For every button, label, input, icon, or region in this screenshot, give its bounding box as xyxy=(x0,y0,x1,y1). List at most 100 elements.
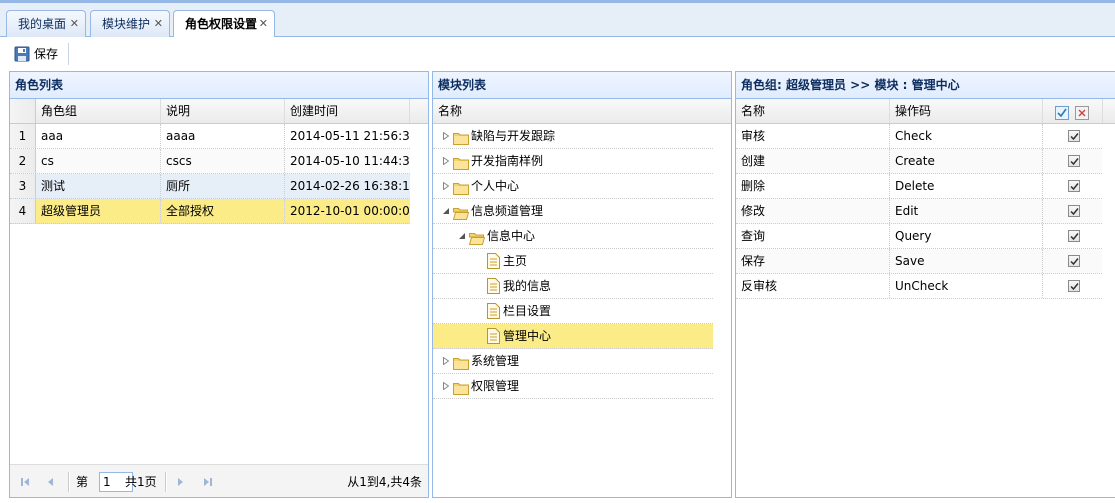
description-cell: 全部授权 xyxy=(160,199,284,223)
table-row[interactable]: 修改 Edit xyxy=(736,199,1102,224)
operation-code-cell: Save xyxy=(889,249,1042,273)
close-icon[interactable]: ✕ xyxy=(154,11,163,37)
permission-rows: 审核 Check 创建 Create 删除 Delete 修改 Edit 查询 Query 保存 Sa… xyxy=(736,124,1115,299)
permission-name-cell: 修改 xyxy=(741,204,766,218)
tree-node-label: 我的信息 xyxy=(503,279,552,293)
permission-grid-header: 名称 操作码 xyxy=(736,99,1115,124)
tree-node[interactable]: 个人中心 xyxy=(433,174,713,199)
permission-checkbox[interactable] xyxy=(1068,280,1080,292)
column-header-operation-code[interactable]: 操作码 xyxy=(889,99,1042,123)
file-icon xyxy=(487,253,500,269)
expand-arrow-icon[interactable] xyxy=(441,349,451,373)
column-header-check xyxy=(1042,99,1102,123)
expand-arrow-icon[interactable] xyxy=(441,124,451,148)
table-row-selected[interactable]: 4 超级管理员 全部授权 2012-10-01 00:00:00 xyxy=(10,199,410,224)
column-header-name[interactable]: 名称 xyxy=(736,99,889,123)
column-header-role-group[interactable]: 角色组 xyxy=(36,99,160,123)
prev-page-icon[interactable] xyxy=(43,474,59,490)
permission-checkbox[interactable] xyxy=(1068,205,1080,217)
tab-label: 模块维护 xyxy=(102,17,151,31)
column-header-created-time[interactable]: 创建时间 xyxy=(284,99,409,123)
table-row[interactable]: 2 cs cscs 2014-05-10 11:44:31 xyxy=(10,149,410,174)
table-row[interactable]: 1 aaa aaaa 2014-05-11 21:56:31 xyxy=(10,124,410,149)
table-row[interactable]: 3 测试 厕所 2014-02-26 16:38:11 xyxy=(10,174,410,199)
role-group-cell: 超级管理员 xyxy=(41,204,102,218)
table-row[interactable]: 查询 Query xyxy=(736,224,1102,249)
permission-panel: 角色组: 超级管理员 >> 模块 : 管理中心 名称 操作码 审核 Check 创建… xyxy=(735,71,1115,498)
permission-checkbox[interactable] xyxy=(1068,255,1080,267)
tree-node[interactable]: 主页 xyxy=(433,249,713,274)
column-header-description[interactable]: 说明 xyxy=(160,99,284,123)
tree-node[interactable]: 信息频道管理 xyxy=(433,199,713,224)
first-page-icon[interactable] xyxy=(17,474,33,490)
pager-separator xyxy=(165,472,167,492)
tree-node[interactable]: 系统管理 xyxy=(433,349,713,374)
file-icon xyxy=(487,303,500,319)
page-prefix: 第 xyxy=(76,475,89,489)
save-icon xyxy=(14,46,30,62)
tree-node-label: 管理中心 xyxy=(503,329,552,343)
table-row[interactable]: 创建 Create xyxy=(736,149,1102,174)
tab-role-permission[interactable]: 角色权限设置 ✕ xyxy=(173,10,275,38)
checkbox-cell xyxy=(1042,224,1102,248)
row-number: 2 xyxy=(10,149,36,173)
module-tree: 缺陷与开发跟踪 开发指南样例个人中心 信息频道管理信息中心主页我的信息栏目设置管理中… xyxy=(433,124,731,399)
table-row[interactable]: 审核 Check xyxy=(736,124,1102,149)
tree-node-selected[interactable]: 管理中心 xyxy=(433,324,713,349)
column-header-name[interactable]: 名称 xyxy=(433,99,713,123)
tree-node-label: 开发指南样例 xyxy=(471,154,544,168)
file-icon xyxy=(487,328,500,344)
operation-code-cell: Query xyxy=(889,224,1042,248)
row-number: 4 xyxy=(10,199,36,223)
operation-code-cell: UnCheck xyxy=(889,274,1042,298)
folder-open-icon xyxy=(468,229,486,245)
role-group-cell: aaa xyxy=(41,129,64,143)
role-group-cell: cs xyxy=(41,154,54,168)
permission-checkbox[interactable] xyxy=(1068,155,1080,167)
tree-node-label: 栏目设置 xyxy=(503,304,552,318)
close-icon[interactable]: ✕ xyxy=(70,11,79,37)
last-page-icon[interactable] xyxy=(200,474,216,490)
folder-icon xyxy=(453,354,469,370)
operation-code-cell: Create xyxy=(889,149,1042,173)
folder-icon xyxy=(453,154,469,170)
permission-checkbox[interactable] xyxy=(1068,130,1080,142)
tab-label: 我的桌面 xyxy=(18,17,67,31)
tab-my-desktop[interactable]: 我的桌面 ✕ xyxy=(6,10,86,37)
table-row[interactable]: 删除 Delete xyxy=(736,174,1102,199)
collapse-arrow-icon[interactable] xyxy=(441,199,451,223)
row-number: 3 xyxy=(10,174,36,198)
file-icon xyxy=(487,278,500,294)
tree-node[interactable]: 栏目设置 xyxy=(433,299,713,324)
tree-node[interactable]: 开发指南样例 xyxy=(433,149,713,174)
permission-checkbox[interactable] xyxy=(1068,230,1080,242)
tree-node[interactable]: 信息中心 xyxy=(433,224,713,249)
expand-arrow-icon[interactable] xyxy=(441,174,451,198)
panel-title: 模块列表 xyxy=(433,72,731,99)
permission-checkbox[interactable] xyxy=(1068,180,1080,192)
table-row[interactable]: 保存 Save xyxy=(736,249,1102,274)
collapse-arrow-icon[interactable] xyxy=(457,224,467,248)
tab-module-maintenance[interactable]: 模块维护 ✕ xyxy=(90,10,170,37)
tree-node[interactable]: 缺陷与开发跟踪 xyxy=(433,124,713,149)
tree-node-label: 系统管理 xyxy=(471,354,520,368)
uncheck-all-icon[interactable] xyxy=(1075,104,1089,123)
next-page-icon[interactable] xyxy=(172,474,188,490)
operation-code-cell: Check xyxy=(889,124,1042,148)
tree-node-label: 缺陷与开发跟踪 xyxy=(471,129,556,143)
tree-node[interactable]: 我的信息 xyxy=(433,274,713,299)
table-row[interactable]: 反审核 UnCheck xyxy=(736,274,1102,299)
tab-label: 角色权限设置 xyxy=(185,17,258,31)
folder-icon xyxy=(453,129,469,145)
close-icon[interactable]: ✕ xyxy=(259,11,268,37)
expand-arrow-icon[interactable] xyxy=(441,374,451,398)
permission-name-cell: 查询 xyxy=(741,229,766,243)
module-list-panel: 模块列表 名称 缺陷与开发跟踪 开发指南样例个人中心 信息频道管理信息中心主页我的信… xyxy=(432,71,732,498)
pagination-bar: 第 共1页 从1到4,共4条 xyxy=(10,464,428,497)
check-all-icon[interactable] xyxy=(1055,104,1069,123)
tree-node[interactable]: 权限管理 xyxy=(433,374,713,399)
save-button[interactable]: 保存 xyxy=(8,42,66,66)
page-summary: 从1到4,共4条 xyxy=(347,475,422,489)
expand-arrow-icon[interactable] xyxy=(441,149,451,173)
tree-node-label: 信息中心 xyxy=(487,229,536,243)
